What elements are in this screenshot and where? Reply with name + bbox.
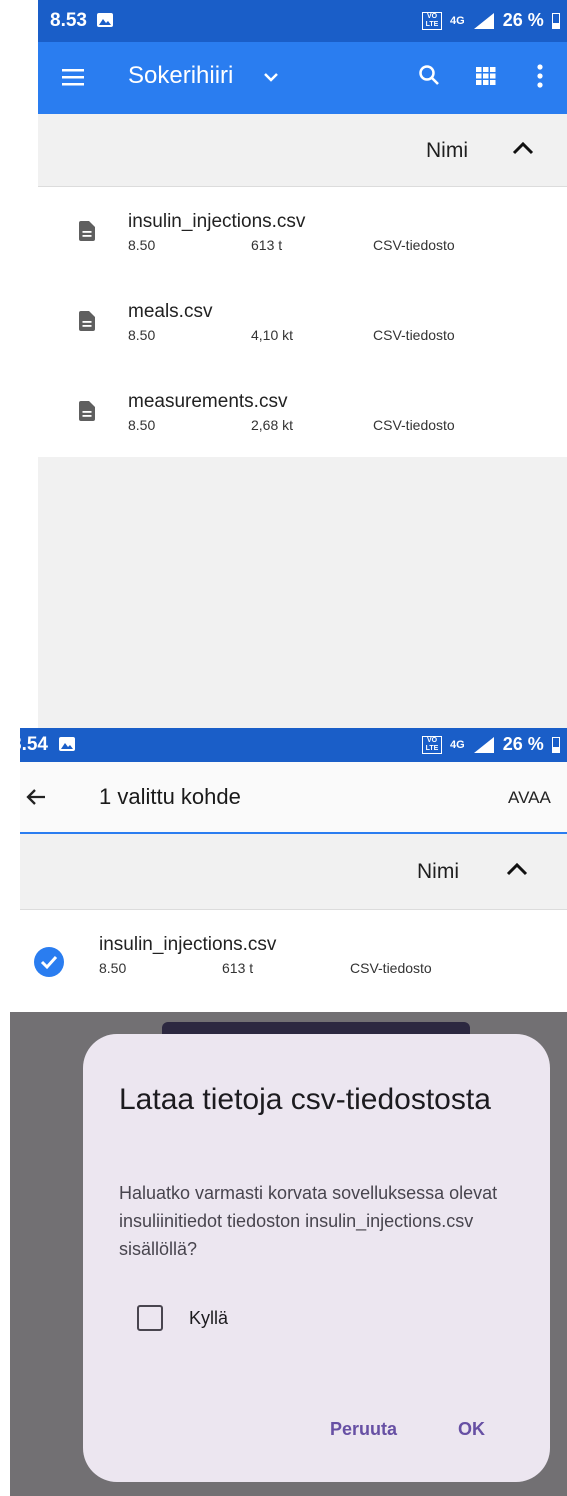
network-type: 4G (450, 14, 465, 27)
file-type: CSV-tiedosto (373, 417, 455, 433)
file-item-measurements[interactable]: measurements.csv 8.50 2,68 kt CSV-tiedos… (38, 367, 567, 457)
file-time: 8.50 (128, 327, 156, 343)
confirm-checkbox[interactable] (137, 1305, 163, 1331)
file-time: 8.50 (99, 960, 127, 976)
dialog-message: Haluatko varmasti korvata sovelluksessa … (119, 1183, 498, 1259)
volte-icon: VO LTE (422, 735, 442, 754)
app-bar: Sokerihiiri (38, 42, 567, 114)
selected-file-item[interactable]: insulin_injections.csv 8.50 613 t CSV-ti… (20, 910, 567, 1010)
file-item-insulin[interactable]: insulin_injections.csv 8.50 613 t CSV-ti… (38, 187, 567, 277)
file-name: measurements.csv (128, 391, 288, 412)
network-type: 4G (450, 738, 465, 751)
file-size: 613 t (222, 960, 254, 976)
search-icon[interactable] (418, 64, 440, 86)
battery-percent: 26 % (502, 734, 544, 754)
sort-bar: Nimi (38, 114, 567, 187)
cancel-button[interactable]: Peruuta (330, 1419, 397, 1440)
import-dialog: Lataa tietoja csv-tiedostosta Haluatko v… (83, 1034, 550, 1482)
sort-ascending-icon[interactable] (512, 141, 534, 155)
status-bar: 8.54 VOLTE 4G 26 % (20, 728, 567, 762)
dialog-title: Lataa tietoja csv-tiedostosta (119, 1083, 491, 1116)
selection-title: 1 valittu kohde (99, 784, 241, 809)
dialog-panel: Lataa tietoja csv-tiedostosta Haluatko v… (0, 1012, 567, 1496)
file-size: 2,68 kt (251, 417, 294, 433)
file-name: insulin_injections.csv (128, 211, 306, 232)
signal-icon (473, 12, 494, 29)
status-bar: 8.53 VO LTE 4G 26 % (38, 0, 567, 42)
document-icon (79, 311, 95, 331)
open-button[interactable]: AVAA (508, 788, 551, 808)
sort-label[interactable]: Nimi (417, 860, 459, 884)
sort-ascending-icon[interactable] (506, 862, 528, 876)
folder-title[interactable]: Sokerihiiri (128, 62, 233, 90)
file-time: 8.50 (128, 417, 156, 433)
grid-view-icon[interactable] (476, 67, 496, 85)
file-type: CSV-tiedosto (350, 960, 432, 976)
image-notification-icon (59, 737, 75, 751)
sort-label[interactable]: Nimi (426, 139, 468, 163)
confirm-checkbox-label[interactable]: Kyllä (189, 1308, 228, 1329)
volte-icon: VO LTE (422, 11, 442, 30)
file-name: meals.csv (128, 301, 213, 322)
file-time: 8.50 (128, 237, 156, 253)
battery-percent: 26 % (502, 10, 544, 30)
background-app-strip (162, 1022, 470, 1034)
check-circle-icon[interactable] (33, 946, 65, 978)
battery-icon (551, 736, 560, 753)
image-notification-icon (97, 13, 113, 27)
menu-icon[interactable] (62, 68, 84, 86)
battery-icon (551, 12, 560, 29)
file-type: CSV-tiedosto (373, 327, 455, 343)
sort-bar: Nimi (20, 834, 567, 910)
selection-panel: 8.54 VOLTE 4G 26 % 1 valittu kohde AVAA … (20, 728, 567, 1010)
selection-app-bar: 1 valittu kohde AVAA (20, 762, 567, 834)
more-vert-icon[interactable] (537, 64, 543, 88)
signal-icon (473, 736, 494, 753)
document-icon (79, 401, 95, 421)
document-icon (79, 221, 95, 241)
status-time: 8.54 (20, 734, 48, 755)
back-arrow-icon[interactable] (26, 788, 46, 806)
ok-button[interactable]: OK (458, 1419, 485, 1440)
file-name: insulin_injections.csv (99, 934, 277, 955)
file-browser-panel: 8.53 VO LTE 4G 26 % Sokerihiiri Nimi insu… (38, 0, 567, 730)
chevron-down-icon[interactable] (264, 73, 278, 83)
file-size: 613 t (251, 237, 283, 253)
file-type: CSV-tiedosto (373, 237, 455, 253)
status-time: 8.53 (50, 10, 87, 31)
file-item-meals[interactable]: meals.csv 8.50 4,10 kt CSV-tiedosto (38, 277, 567, 367)
file-size: 4,10 kt (251, 327, 294, 343)
file-list: insulin_injections.csv 8.50 613 t CSV-ti… (38, 187, 567, 457)
